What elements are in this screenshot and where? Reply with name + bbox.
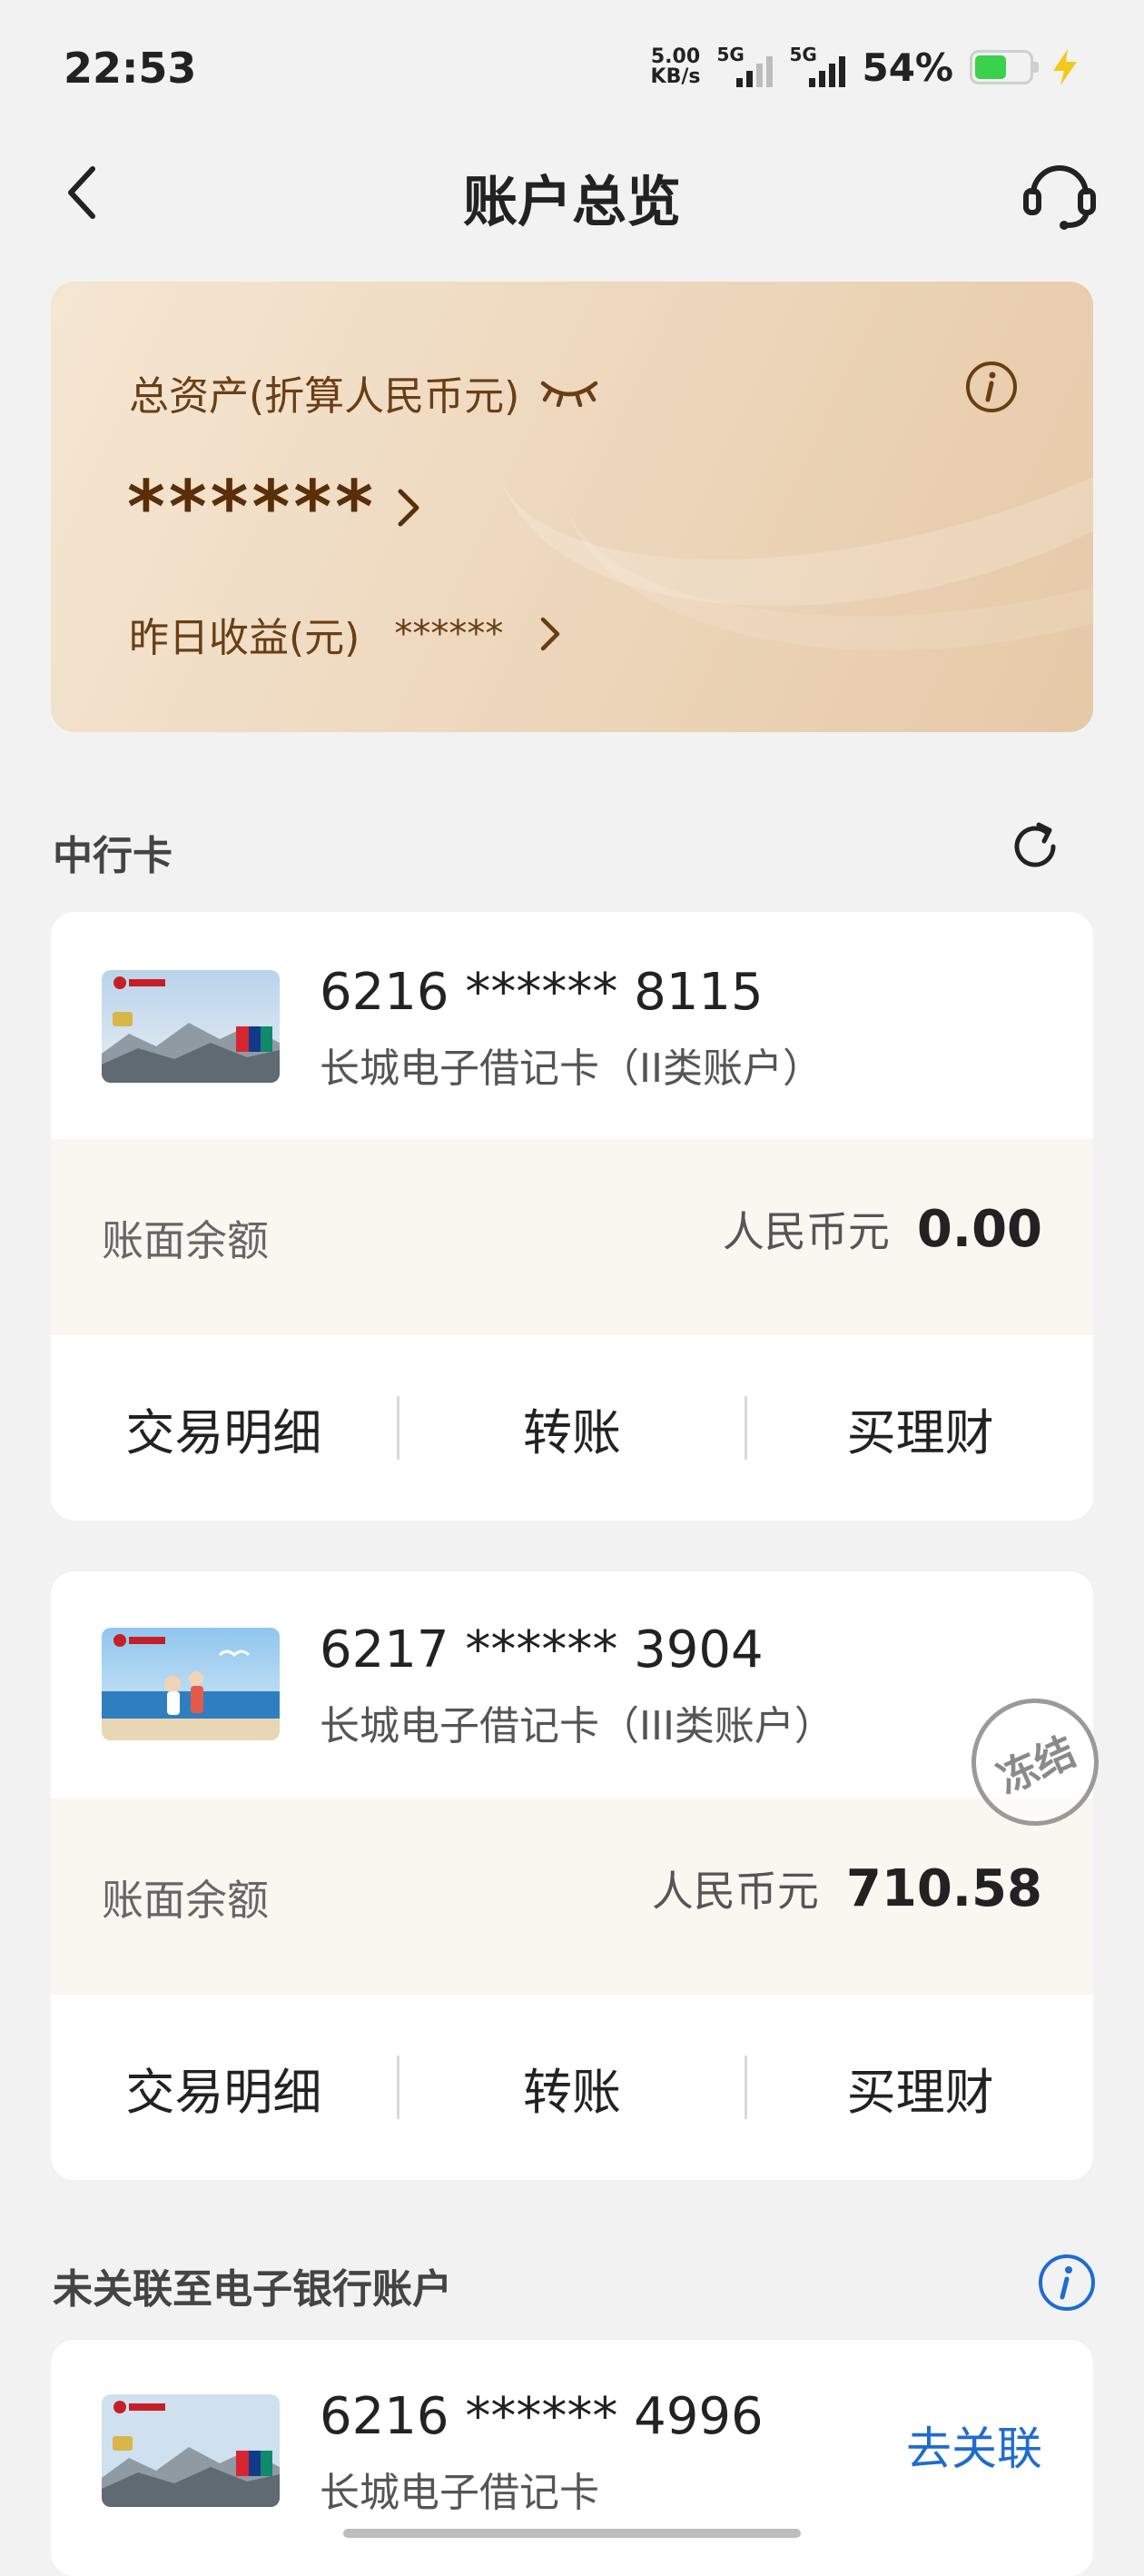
transaction-details-button[interactable]: 交易明细 bbox=[51, 2052, 397, 2124]
network-speed-value: 5.00 bbox=[650, 45, 701, 68]
transaction-details-button[interactable]: 交易明细 bbox=[51, 1392, 397, 1464]
account-header[interactable]: 6217 ****** 3904 长城电子借记卡（III类账户） bbox=[51, 1571, 1093, 1798]
account-number: 6216 ****** 4996 bbox=[320, 2387, 764, 2446]
section-title-boc-cards: 中行卡 bbox=[53, 833, 173, 879]
refresh-icon[interactable] bbox=[1008, 819, 1062, 874]
frozen-stamp-label: 冻结 bbox=[991, 1728, 1083, 1804]
customer-service-button[interactable] bbox=[1019, 153, 1100, 234]
headset-icon bbox=[1023, 165, 1096, 230]
card-image-greatwall bbox=[102, 2394, 280, 2507]
battery-percent: 54% bbox=[862, 45, 953, 90]
network-speed: 5.00 KB/s bbox=[651, 47, 701, 87]
eye-closed-icon[interactable] bbox=[539, 378, 599, 407]
transfer-button[interactable]: 转账 bbox=[399, 1392, 745, 1464]
account-card[interactable]: 6216 ****** 8115 长城电子借记卡（II类账户） 账面余额 人民币… bbox=[51, 912, 1093, 1521]
balance-row: 账面余额 人民币元 0.00 bbox=[51, 1139, 1093, 1335]
info-icon[interactable] bbox=[1037, 2253, 1097, 2313]
section-title-unlinked: 未关联至电子银行账户 bbox=[53, 2266, 452, 2313]
sim1-signal-icon: 5G bbox=[716, 44, 774, 91]
chevron-right-icon bbox=[398, 489, 419, 526]
account-type: 长城电子借记卡（II类账户） bbox=[320, 1045, 823, 1092]
balance-label: 账面余额 bbox=[102, 1216, 269, 1265]
balance-currency: 人民币元 bbox=[722, 1207, 890, 1256]
total-assets-value: ****** bbox=[127, 465, 378, 550]
buy-wealth-product-button[interactable]: 买理财 bbox=[747, 2052, 1093, 2124]
account-card[interactable]: 6217 ****** 3904 长城电子借记卡（III类账户） 账面余额 人民… bbox=[51, 1571, 1093, 2180]
yesterday-income-label: 昨日收益(元) bbox=[129, 615, 360, 661]
total-assets-row: 总资产(折算人民币元) bbox=[129, 363, 599, 421]
yesterday-income-value: ****** bbox=[394, 613, 504, 655]
account-number: 6217 ****** 3904 bbox=[320, 1620, 764, 1679]
account-header[interactable]: 6216 ****** 8115 长城电子借记卡（II类账户） bbox=[51, 912, 1093, 1139]
balance-row: 账面余额 人民币元 710.58 bbox=[51, 1798, 1093, 1995]
balance-label: 账面余额 bbox=[102, 1876, 269, 1925]
yesterday-income-row[interactable]: 昨日收益(元) ****** bbox=[129, 605, 563, 663]
card-image-greatwall bbox=[102, 970, 280, 1083]
page-title: 账户总览 bbox=[463, 171, 681, 234]
transfer-button[interactable]: 转账 bbox=[399, 2052, 745, 2124]
home-indicator[interactable] bbox=[343, 2529, 801, 2538]
unlinked-account-card[interactable]: 6216 ****** 4996 长城电子借记卡 去关联 bbox=[51, 2340, 1093, 2576]
total-assets-value-button[interactable]: ****** bbox=[127, 465, 422, 550]
balance-amount: 710.58 bbox=[845, 1859, 1042, 1918]
chevron-right-icon bbox=[541, 617, 560, 651]
total-assets-label: 总资产(折算人民币元) bbox=[129, 373, 520, 420]
balance-amount: 0.00 bbox=[916, 1200, 1042, 1259]
account-type: 长城电子借记卡 bbox=[320, 2470, 599, 2516]
status-bar: 22:53 5.00 KB/s 5G 5G 54% bbox=[0, 0, 1144, 136]
link-account-button[interactable]: 去关联 bbox=[906, 2413, 1042, 2478]
account-type: 长城电子借记卡（III类账户） bbox=[320, 1703, 834, 1749]
sim2-signal-icon: 5G bbox=[789, 44, 846, 91]
status-indicators: 5.00 KB/s 5G 5G 54% bbox=[651, 44, 1080, 91]
balance-currency: 人民币元 bbox=[651, 1867, 819, 1916]
status-time: 22:53 bbox=[64, 44, 197, 93]
account-actions: 交易明细 转账 买理财 bbox=[51, 1335, 1093, 1521]
card-image-beach bbox=[102, 1628, 280, 1740]
network-speed-unit: KB/s bbox=[650, 65, 701, 88]
info-icon[interactable] bbox=[964, 360, 1019, 414]
total-assets-card: 总资产(折算人民币元) ****** 昨日收益(元) ****** bbox=[51, 282, 1093, 732]
battery-icon bbox=[970, 50, 1039, 84]
buy-wealth-product-button[interactable]: 买理财 bbox=[747, 1392, 1093, 1464]
account-actions: 交易明细 转账 买理财 bbox=[51, 1995, 1093, 2180]
nav-bar: 账户总览 bbox=[0, 136, 1144, 245]
account-number: 6216 ****** 8115 bbox=[320, 963, 764, 1022]
charging-icon bbox=[1053, 49, 1077, 85]
